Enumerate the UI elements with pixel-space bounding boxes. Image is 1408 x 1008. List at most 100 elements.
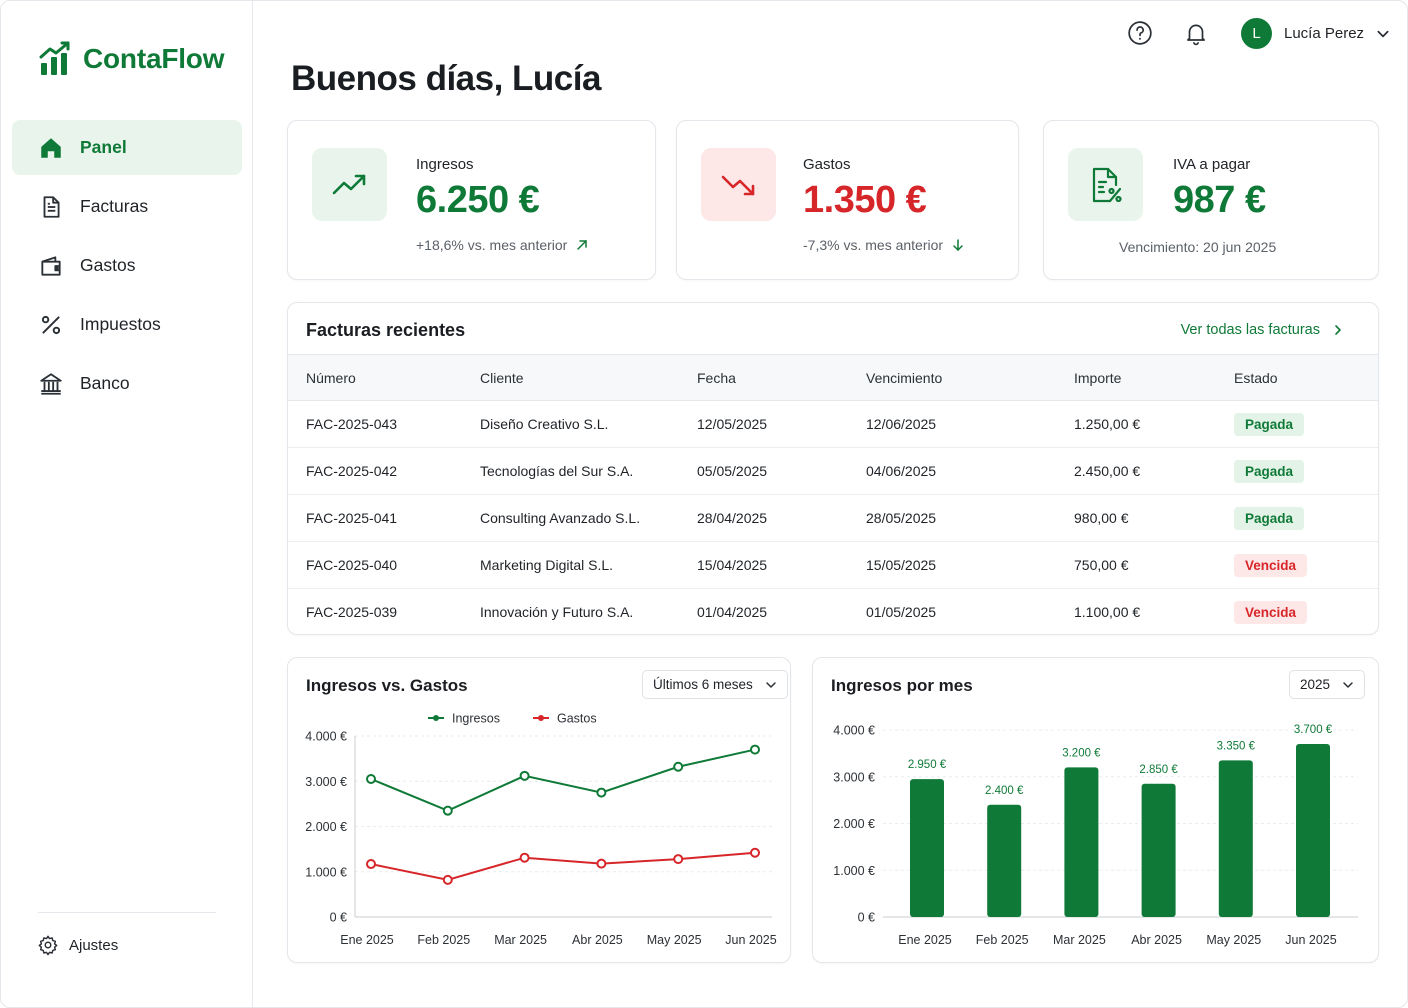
status-badge: Pagada [1234, 459, 1305, 483]
x-tick-label: Abr 2025 [1131, 933, 1182, 947]
y-tick-label: 0 € [330, 911, 347, 925]
y-tick-label: 2.000 € [833, 817, 875, 831]
series-line [370, 748, 756, 812]
sidebar-item-label: Panel [80, 137, 127, 157]
legend-label: Ingresos [452, 712, 500, 726]
legend-label: Gastos [557, 712, 597, 726]
logo-chart-icon [39, 41, 70, 75]
invoice-amount: 2.450,00 € [1074, 463, 1141, 479]
bank-icon [40, 372, 62, 395]
data-point [366, 773, 376, 784]
sidebar-item-facturas[interactable]: Facturas [12, 179, 242, 234]
column-header[interactable]: Cliente [462, 355, 679, 401]
kpi-label: Gastos [803, 156, 851, 173]
status-badge: Vencida [1234, 553, 1308, 577]
recent-invoices-card: Facturas recientes Ver todas las factura… [287, 302, 1379, 635]
gear-icon [38, 935, 58, 956]
invoice-number: FAC-2025-039 [306, 604, 398, 621]
kpi-card-vat: IVA a pagar 987 € Vencimiento: 20 jun 20… [1043, 120, 1379, 280]
data-point [673, 761, 684, 772]
x-tick-label: Feb 2025 [417, 933, 470, 947]
table-row[interactable]: FAC-2025-041 Consulting Avanzado S.L. 28… [288, 495, 1378, 542]
arrow-down-icon [953, 239, 963, 251]
data-point [442, 805, 453, 816]
x-tick-label: May 2025 [1206, 933, 1261, 947]
data-point [442, 874, 453, 885]
column-header[interactable]: Vencimiento [848, 355, 1056, 401]
x-tick-label: Abr 2025 [572, 933, 623, 947]
avatar: L [1241, 18, 1272, 49]
data-point [596, 787, 607, 798]
chevron-right-icon [1335, 325, 1341, 335]
column-header[interactable]: Importe [1056, 355, 1216, 401]
table-row[interactable]: FAC-2025-039 Innovación y Futuro S.A. 01… [288, 589, 1378, 635]
table-header-row: Número Cliente Fecha Vencimiento Importe… [288, 354, 1378, 401]
column-header[interactable]: Estado [1216, 355, 1378, 401]
invoice-client: Tecnologías del Sur S.A. [480, 463, 634, 479]
x-tick-label: Mar 2025 [494, 933, 547, 947]
bar-chart: 0 € 1.000 € 2.000 € 3.000 € 4.000 € 2.950 € En… [833, 724, 1358, 947]
sidebar-item-gastos[interactable]: Gastos [12, 238, 242, 293]
y-tick-label: 0 € [858, 911, 875, 925]
link-label: Ver todas las facturas [1180, 322, 1320, 338]
kpi-icon-box [701, 148, 776, 221]
help-icon[interactable] [1127, 20, 1153, 46]
table-row[interactable]: FAC-2025-043 Diseño Creativo S.L. 12/05/… [288, 401, 1378, 448]
kpi-value: 6.250 € [416, 179, 540, 221]
sidebar-item-panel[interactable]: Panel [12, 120, 242, 175]
kpi-due-text: Vencimiento: 20 jun 2025 [1119, 239, 1277, 255]
invoice-due-date: 01/05/2025 [866, 604, 937, 621]
logo[interactable]: ContaFlow [39, 41, 224, 77]
kpi-icon-box [312, 148, 387, 221]
status-badge: Vencida [1234, 600, 1308, 624]
x-tick-label: May 2025 [647, 933, 702, 947]
bar [1064, 767, 1099, 917]
invoice-client: Marketing Digital S.L. [480, 557, 614, 573]
invoice-client: Diseño Creativo S.L. [480, 416, 609, 432]
table-row[interactable]: FAC-2025-042 Tecnologías del Sur S.A. 05… [288, 448, 1378, 495]
settings-link[interactable]: Ajustes [37, 934, 118, 956]
bell-icon[interactable] [1183, 20, 1209, 46]
x-tick-label: Jun 2025 [1285, 933, 1336, 947]
sidebar-item-banco[interactable]: Banco [12, 356, 242, 411]
document-icon [43, 195, 60, 218]
invoice-date: 01/04/2025 [697, 604, 768, 621]
x-tick-label: Jun 2025 [725, 933, 776, 947]
x-tick-label: Mar 2025 [1053, 933, 1106, 947]
sidebar-item-label: Facturas [80, 196, 149, 216]
wallet-icon [41, 255, 61, 276]
app-name: ContaFlow [83, 43, 225, 74]
y-tick-label: 1.000 € [833, 864, 875, 878]
data-point [519, 852, 530, 863]
user-name: Lucía Perez [1284, 25, 1365, 42]
invoice-date: 15/04/2025 [697, 557, 768, 573]
legend-marker [433, 715, 439, 721]
bar [1141, 783, 1176, 917]
data-point [750, 744, 760, 755]
table-row[interactable]: FAC-2025-040 Marketing Digital S.L. 15/0… [288, 542, 1378, 589]
y-tick-label: 1.000 € [305, 865, 347, 879]
data-label: 2.850 € [1139, 764, 1178, 776]
kpi-card-expenses: Gastos 1.350 € -7,3% vs. mes anterior [676, 120, 1019, 280]
kpi-due-date: Vencimiento: 20 jun 2025 [1119, 239, 1276, 255]
y-tick-label: 2.000 € [305, 820, 347, 834]
income-by-month-card: Ingresos por mes 2025 0 €1.000 €2.000 €3… [812, 657, 1379, 963]
invoice-amount: 750,00 € [1074, 557, 1129, 573]
arrow-up-right-icon [577, 240, 588, 250]
invoice-number: FAC-2025-043 [306, 416, 398, 432]
sidebar-item-impuestos[interactable]: Impuestos [12, 297, 242, 352]
x-tick-label: Feb 2025 [976, 933, 1029, 947]
invoice-due-date: 12/06/2025 [866, 416, 937, 432]
invoice-client: Innovación y Futuro S.A. [480, 604, 634, 621]
line-chart: 0 € 1.000 € 2.000 € 3.000 € 4.000 € Ene 2025 F… [305, 712, 776, 948]
view-all-invoices-link[interactable]: Ver todas las facturas [1181, 322, 1344, 338]
data-point [366, 859, 376, 870]
user-menu[interactable]: L Lucía Perez [1241, 18, 1390, 49]
data-label: 3.200 € [1062, 747, 1101, 759]
column-header[interactable]: Fecha [679, 355, 848, 401]
bar [987, 804, 1022, 917]
invoice-number: FAC-2025-040 [306, 557, 398, 573]
invoice-due-date: 04/06/2025 [866, 463, 937, 479]
column-header[interactable]: Número [288, 355, 462, 401]
trend-up-icon [332, 174, 365, 194]
